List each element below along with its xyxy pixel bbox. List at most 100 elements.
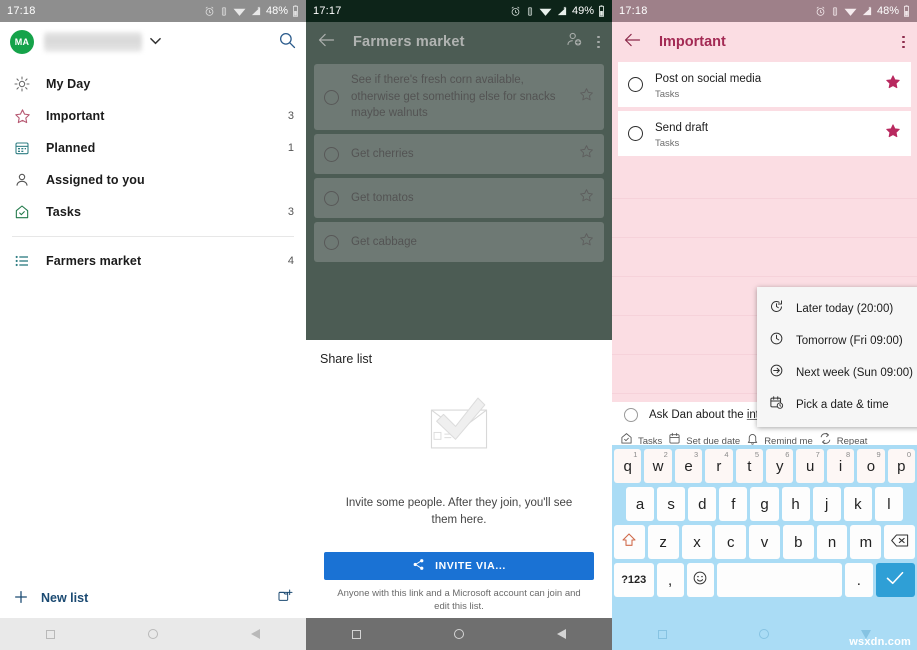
period-key[interactable]: . [845,563,873,597]
back-arrow-icon[interactable] [318,33,335,51]
key-m[interactable]: m [850,525,882,559]
symbols-key[interactable]: ?123 [614,563,654,597]
back-button[interactable] [556,629,566,639]
new-group-icon[interactable] [277,588,293,609]
key-j[interactable]: j [812,487,841,521]
chevron-down-icon[interactable] [150,37,161,48]
status-bar-middle: 17:17 49% [306,0,612,22]
key-r[interactable]: 4r [705,449,733,483]
home-button[interactable] [453,629,464,639]
new-list-button[interactable]: New list [41,591,88,605]
new-task-text-plain: Ask Dan about the [649,409,747,421]
task-checkbox[interactable] [324,89,339,105]
status-icons: 48% [204,5,299,17]
key-g[interactable]: g [750,487,779,521]
recents-button[interactable] [352,629,362,639]
home-button[interactable] [147,629,158,639]
back-button[interactable] [250,629,260,639]
key-label: q [623,457,632,475]
star-outline-icon[interactable] [579,232,594,252]
avatar[interactable]: MA [10,30,34,54]
task-checkbox[interactable] [624,408,638,422]
page-title: Important [659,34,726,50]
task-checkbox[interactable] [628,77,643,92]
key-u[interactable]: 7u [796,449,824,483]
key-p[interactable]: 0p [887,449,916,483]
key-f[interactable]: f [719,487,748,521]
overflow-menu-icon[interactable] [902,35,905,49]
sidebar-item-tasks[interactable]: Tasks 3 [0,196,306,228]
key-i[interactable]: 8i [826,449,855,483]
key-q[interactable]: 1q [613,449,642,483]
sidebar-item-label: Important [46,109,105,123]
menu-item-next-week[interactable]: Next week (Sun 09:00) [757,357,917,389]
key-y[interactable]: 6y [766,449,794,483]
home-button[interactable] [759,629,769,639]
task-row[interactable]: Send draft Tasks [618,111,911,156]
key-v[interactable]: v [749,525,780,559]
emoji-key[interactable] [686,563,714,597]
task-row[interactable]: Get tomatos [314,178,604,219]
key-num: 1 [633,450,638,459]
add-person-icon[interactable] [566,31,583,53]
status-bar-right: 17:18 48% [612,0,917,22]
task-checkbox[interactable] [324,146,339,162]
key-c[interactable]: c [715,525,747,559]
menu-item-tomorrow[interactable]: Tomorrow (Fri 09:00) [757,325,917,357]
sidebar-item-farmers-market[interactable]: Farmers market 4 [0,245,306,277]
key-k[interactable]: k [843,487,872,521]
task-row[interactable]: Get cherries [314,134,604,175]
overflow-menu-icon[interactable] [597,35,600,49]
key-n[interactable]: n [816,525,848,559]
sidebar-item-label: Farmers market [46,254,142,268]
task-row[interactable]: See if there's fresh corn available, oth… [314,64,604,131]
sidebar-item-important[interactable]: Important 3 [0,100,306,132]
menu-item-pick-date-time[interactable]: Pick a date & time [757,389,917,421]
star-outline-icon[interactable] [579,144,594,164]
recents-button[interactable] [658,629,667,639]
star-outline-icon[interactable] [579,87,594,107]
backspace-key[interactable] [884,525,916,559]
checkmark-icon [886,571,904,589]
star-filled-icon[interactable] [885,123,901,144]
space-key[interactable] [716,563,843,597]
star-filled-icon[interactable] [885,74,901,95]
plus-icon[interactable] [13,589,29,608]
key-o[interactable]: 9o [857,449,885,483]
key-num: 9 [876,450,881,459]
key-t[interactable]: 5t [735,449,763,483]
key-w[interactable]: 2w [644,449,672,483]
recents-button[interactable] [46,629,56,639]
task-checkbox[interactable] [324,190,339,206]
invite-via-button[interactable]: INVITE VIA... [324,551,594,580]
keyboard-row-2: a s d f g h j k l [614,487,915,521]
key-x[interactable]: x [681,525,713,559]
comma-key[interactable]: , [656,563,684,597]
new-task-text[interactable]: Ask Dan about the inte [649,409,765,421]
sidebar-item-planned[interactable]: Planned 1 [0,132,306,164]
shift-icon [621,532,637,552]
search-icon[interactable] [278,31,296,54]
key-e[interactable]: 3e [674,449,703,483]
account-row[interactable]: MA [0,22,306,62]
task-checkbox[interactable] [324,234,339,250]
menu-item-later-today[interactable]: Later today (20:00) [757,293,917,325]
task-row[interactable]: Post on social media Tasks [618,62,911,107]
task-row[interactable]: Get cabbage [314,222,604,263]
sidebar-item-my-day[interactable]: My Day [0,68,306,100]
key-d[interactable]: d [688,487,717,521]
key-a[interactable]: a [626,487,655,521]
key-z[interactable]: z [647,525,679,559]
battery-percent: 48% [265,5,288,17]
key-l[interactable]: l [874,487,903,521]
sidebar-item-assigned-to-you[interactable]: Assigned to you [0,164,306,196]
task-checkbox[interactable] [628,126,643,141]
task-list-source: Tasks [655,89,680,100]
star-outline-icon[interactable] [579,188,594,208]
shift-key[interactable] [613,525,645,559]
key-s[interactable]: s [657,487,686,521]
key-h[interactable]: h [781,487,810,521]
enter-key[interactable] [875,563,915,597]
back-arrow-icon[interactable] [624,33,641,51]
key-b[interactable]: b [782,525,814,559]
